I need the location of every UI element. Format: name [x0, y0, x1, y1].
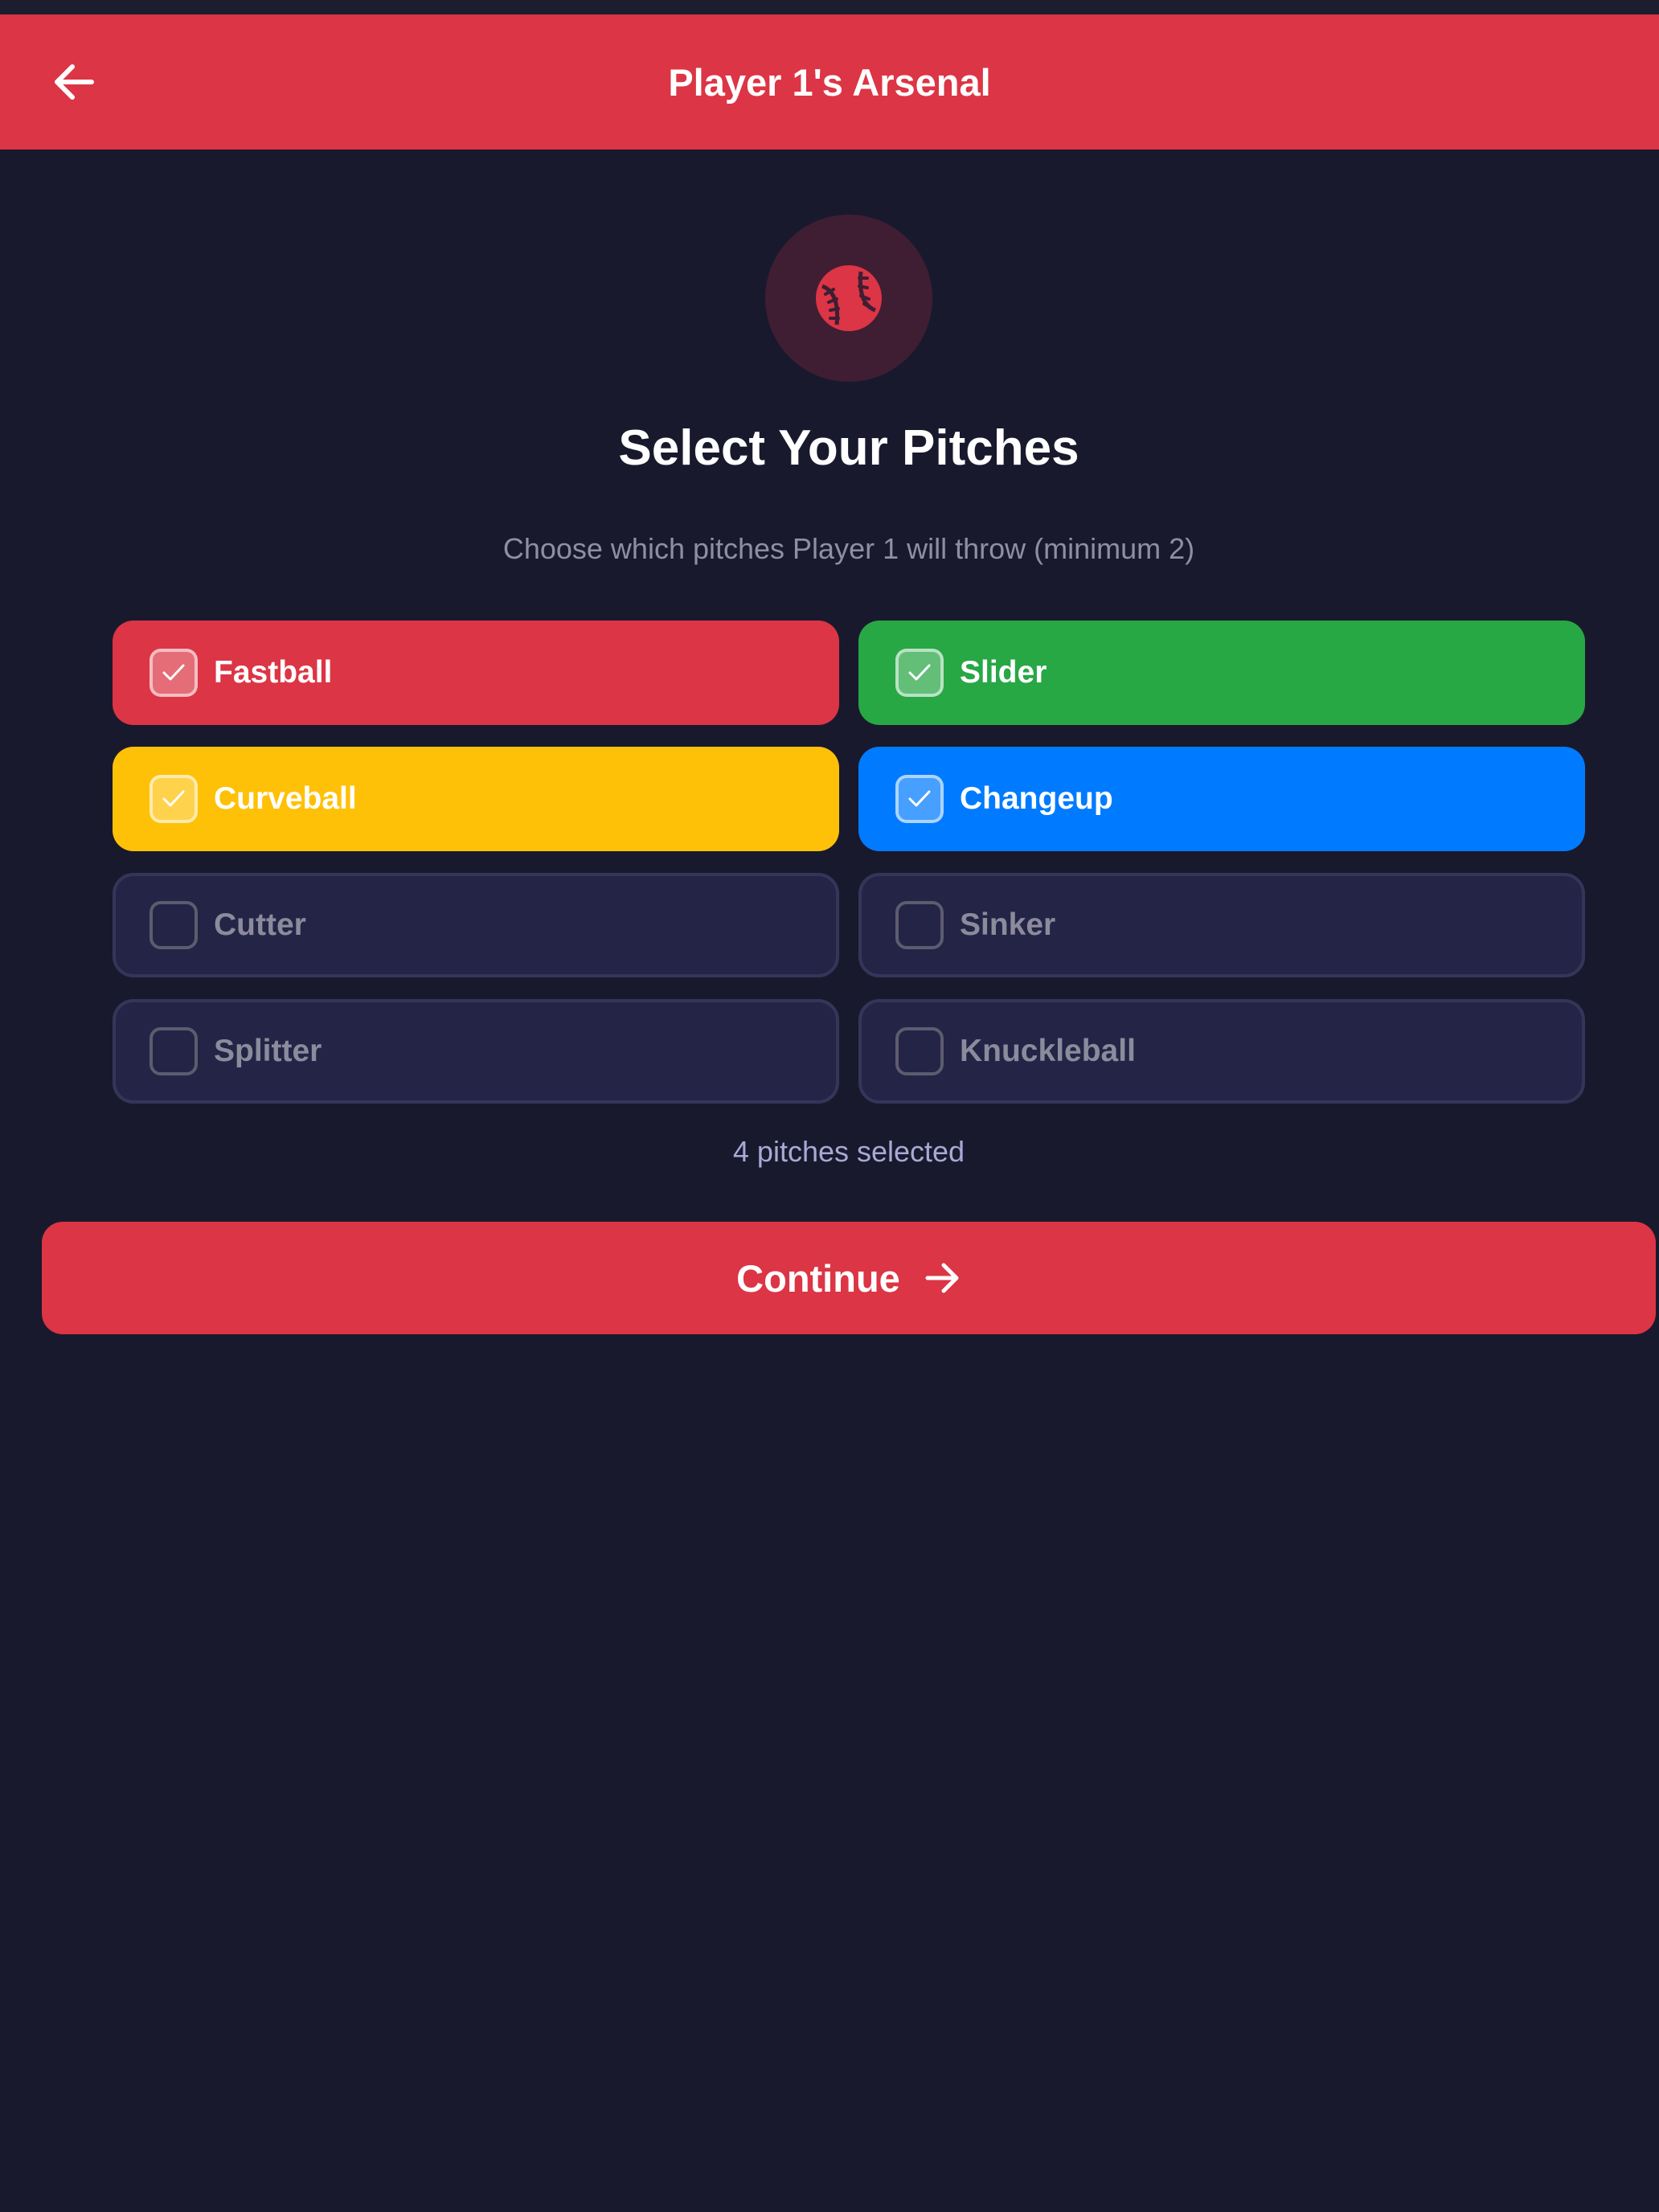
pitch-label: Sinker: [960, 907, 1056, 942]
checkmark-icon: [162, 664, 185, 681]
pitch-option-sinker[interactable]: Sinker: [858, 873, 1585, 977]
pitch-checkbox[interactable]: [150, 901, 198, 949]
checkmark-icon: [908, 790, 931, 807]
pitch-option-changeup[interactable]: Changeup: [858, 747, 1585, 851]
continue-button[interactable]: Continue: [42, 1222, 1656, 1334]
checkmark-icon: [908, 664, 931, 681]
pitch-checkbox[interactable]: [150, 1027, 198, 1075]
pitch-label: Slider: [960, 655, 1047, 690]
pitch-checkbox[interactable]: [895, 649, 944, 697]
pitch-option-fastball[interactable]: Fastball: [113, 621, 839, 725]
pitch-checkbox[interactable]: [895, 901, 944, 949]
pitch-option-cutter[interactable]: Cutter: [113, 873, 839, 977]
arrow-right-icon: [925, 1263, 959, 1293]
pitch-label: Cutter: [214, 907, 306, 942]
status-bar: [0, 0, 1659, 14]
pitch-option-splitter[interactable]: Splitter: [113, 999, 839, 1104]
continue-label: Continue: [736, 1256, 900, 1300]
pitch-label: Curveball: [214, 781, 357, 816]
checkmark-icon: [162, 790, 185, 807]
pitch-label: Changeup: [960, 781, 1113, 816]
section-title: Select Your Pitches: [618, 420, 1079, 476]
pitch-checkbox[interactable]: [895, 775, 944, 823]
page-title: Player 1's Arsenal: [668, 60, 991, 104]
pitch-option-knuckleball[interactable]: Knuckleball: [858, 999, 1585, 1104]
pitch-option-slider[interactable]: Slider: [858, 621, 1585, 725]
header-bar: Player 1's Arsenal: [0, 14, 1659, 150]
baseball-icon: [816, 265, 882, 331]
pitch-checkbox[interactable]: [895, 1027, 944, 1075]
section-subtitle: Choose which pitches Player 1 will throw…: [502, 532, 1195, 565]
hero-icon-badge: [765, 215, 932, 382]
pitch-label: Fastball: [214, 655, 333, 690]
selection-count: 4 pitches selected: [732, 1135, 965, 1168]
pitch-option-curveball[interactable]: Curveball: [113, 747, 839, 851]
pitch-checkbox[interactable]: [150, 649, 198, 697]
app-screen: Player 1's Arsenal Select Your Pitches C…: [0, 0, 1659, 2212]
pitch-label: Knuckleball: [960, 1034, 1136, 1068]
arrow-left-icon: [55, 64, 94, 100]
pitch-label: Splitter: [214, 1034, 322, 1068]
pitch-checkbox[interactable]: [150, 775, 198, 823]
back-button[interactable]: [45, 56, 103, 108]
